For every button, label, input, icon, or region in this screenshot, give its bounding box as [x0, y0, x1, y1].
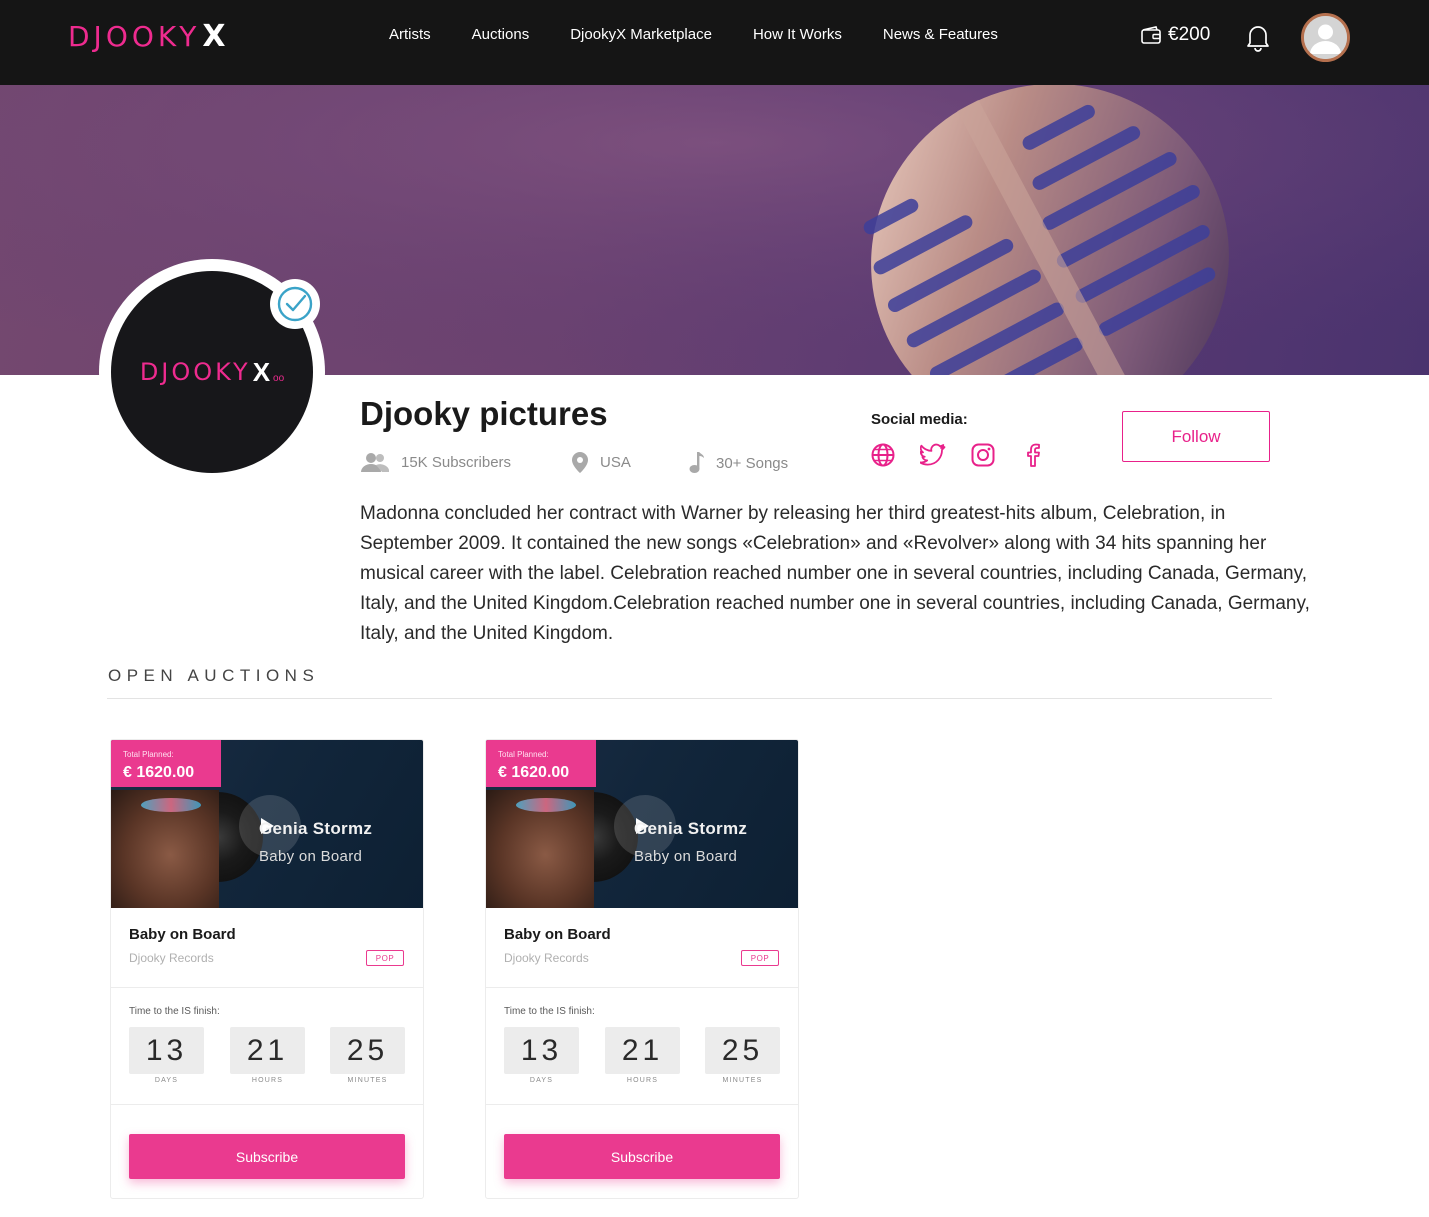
subscribers-count: 15K Subscribers	[360, 452, 511, 472]
auction-card[interactable]: Genia Stormz Baby on Board Total Planned…	[485, 739, 799, 1199]
price-value: € 1620.00	[498, 764, 570, 781]
songs-text: 30+ Songs	[716, 454, 789, 472]
globe-icon	[871, 443, 895, 467]
timer-hours: 21	[230, 1027, 305, 1074]
artist-photo-detail	[141, 798, 201, 812]
verified-check-icon	[277, 286, 313, 322]
card-divider	[486, 987, 798, 988]
card-divider	[111, 1104, 423, 1105]
wallet-icon	[1141, 26, 1161, 44]
top-navbar: DJOOKY X Artists Auctions DjookyX Marketp…	[0, 0, 1429, 85]
wallet-amount: €200	[1168, 24, 1211, 45]
twitter-icon	[919, 443, 946, 466]
timer-days-unit: DAYS	[529, 1077, 554, 1084]
price-label: Total Planned:	[498, 750, 549, 759]
main-nav: Artists Auctions DjookyX Marketplace How…	[389, 26, 1039, 43]
user-avatar-icon	[1304, 16, 1347, 59]
nav-artists[interactable]: Artists	[389, 26, 431, 43]
songs-count: 30+ Songs	[689, 452, 788, 474]
price-label: Total Planned:	[123, 750, 174, 759]
price-tag: Total Planned: € 1620.00	[111, 740, 221, 787]
timer-days: 13	[129, 1027, 204, 1074]
follow-button[interactable]: Follow	[1122, 411, 1270, 462]
location-text: USA	[600, 454, 631, 471]
auction-card[interactable]: Genia Stormz Baby on Board Total Planned…	[110, 739, 424, 1199]
profile-name: Djooky pictures	[360, 395, 608, 432]
users-icon	[361, 453, 389, 472]
section-divider	[107, 698, 1272, 699]
facebook-link[interactable]	[1020, 442, 1046, 468]
logo-mark: X	[202, 18, 226, 54]
nav-marketplace[interactable]: DjookyX Marketplace	[570, 26, 712, 43]
genre-badge: POP	[741, 950, 779, 966]
cover-artist-name: Genia Stormz	[259, 819, 373, 838]
card-divider	[486, 1104, 798, 1105]
artist-photo-detail	[516, 798, 576, 812]
nav-how-it-works[interactable]: How It Works	[753, 26, 842, 43]
bell-icon	[1247, 26, 1269, 52]
timer-label: Time to the IS finish:	[504, 1006, 595, 1017]
timer-hours-unit: HOURS	[251, 1077, 284, 1084]
open-auctions-heading: OPEN AUCTIONS	[108, 666, 320, 685]
location: USA	[572, 452, 631, 473]
facebook-icon	[1027, 443, 1040, 467]
djookyx-logo[interactable]: DJOOKY X	[68, 18, 226, 54]
track-cover[interactable]: Genia Stormz Baby on Board Total Planned…	[111, 740, 423, 908]
music-note-icon	[689, 452, 704, 473]
track-title[interactable]: Baby on Board	[504, 926, 611, 943]
user-avatar-button[interactable]	[1301, 13, 1350, 62]
nav-news-features[interactable]: News & Features	[883, 26, 998, 43]
notifications-button[interactable]	[1244, 22, 1272, 57]
avatar-logo-mark: X	[252, 356, 271, 387]
track-title[interactable]: Baby on Board	[129, 926, 236, 943]
timer-hours-unit: HOURS	[626, 1077, 659, 1084]
instagram-link[interactable]	[970, 442, 996, 468]
subscribe-button[interactable]: Subscribe	[129, 1134, 405, 1179]
subscribers-text: 15K Subscribers	[401, 453, 512, 471]
timer-minutes: 25	[330, 1027, 405, 1074]
genre-badge: POP	[366, 950, 404, 966]
card-divider	[111, 987, 423, 988]
timer-minutes-unit: MINUTES	[347, 1077, 388, 1084]
nav-auctions[interactable]: Auctions	[472, 26, 530, 43]
timer-hours: 21	[605, 1027, 680, 1074]
record-label: Djooky Records	[504, 951, 589, 965]
timer-days: 13	[504, 1027, 579, 1074]
timer-minutes-unit: MINUTES	[722, 1077, 763, 1084]
avatar-logo-wordmark: DJOOKY	[139, 358, 251, 386]
track-cover[interactable]: Genia Stormz Baby on Board Total Planned…	[486, 740, 798, 908]
timer-days-unit: DAYS	[154, 1077, 179, 1084]
website-link[interactable]	[870, 442, 896, 468]
twitter-link[interactable]	[919, 442, 946, 468]
profile-bio: Madonna concluded her contract with Warn…	[360, 503, 1310, 644]
social-media-label: Social media:	[871, 411, 968, 428]
timer-minutes: 25	[705, 1027, 780, 1074]
cover-artist-name: Genia Stormz	[634, 819, 748, 838]
price-value: € 1620.00	[123, 764, 195, 781]
subscribe-button[interactable]: Subscribe	[504, 1134, 780, 1179]
cover-song-name: Baby on Board	[259, 848, 363, 865]
instagram-icon	[971, 443, 995, 467]
record-label: Djooky Records	[129, 951, 214, 965]
price-tag: Total Planned: € 1620.00	[486, 740, 596, 787]
verified-badge	[270, 279, 320, 329]
wallet-balance[interactable]: €200	[1140, 24, 1210, 46]
cover-song-name: Baby on Board	[634, 848, 738, 865]
location-pin-icon	[572, 452, 588, 473]
logo-wordmark: DJOOKY	[68, 19, 201, 53]
avatar-logo-dots: oo	[273, 372, 285, 384]
timer-label: Time to the IS finish:	[129, 1006, 220, 1017]
